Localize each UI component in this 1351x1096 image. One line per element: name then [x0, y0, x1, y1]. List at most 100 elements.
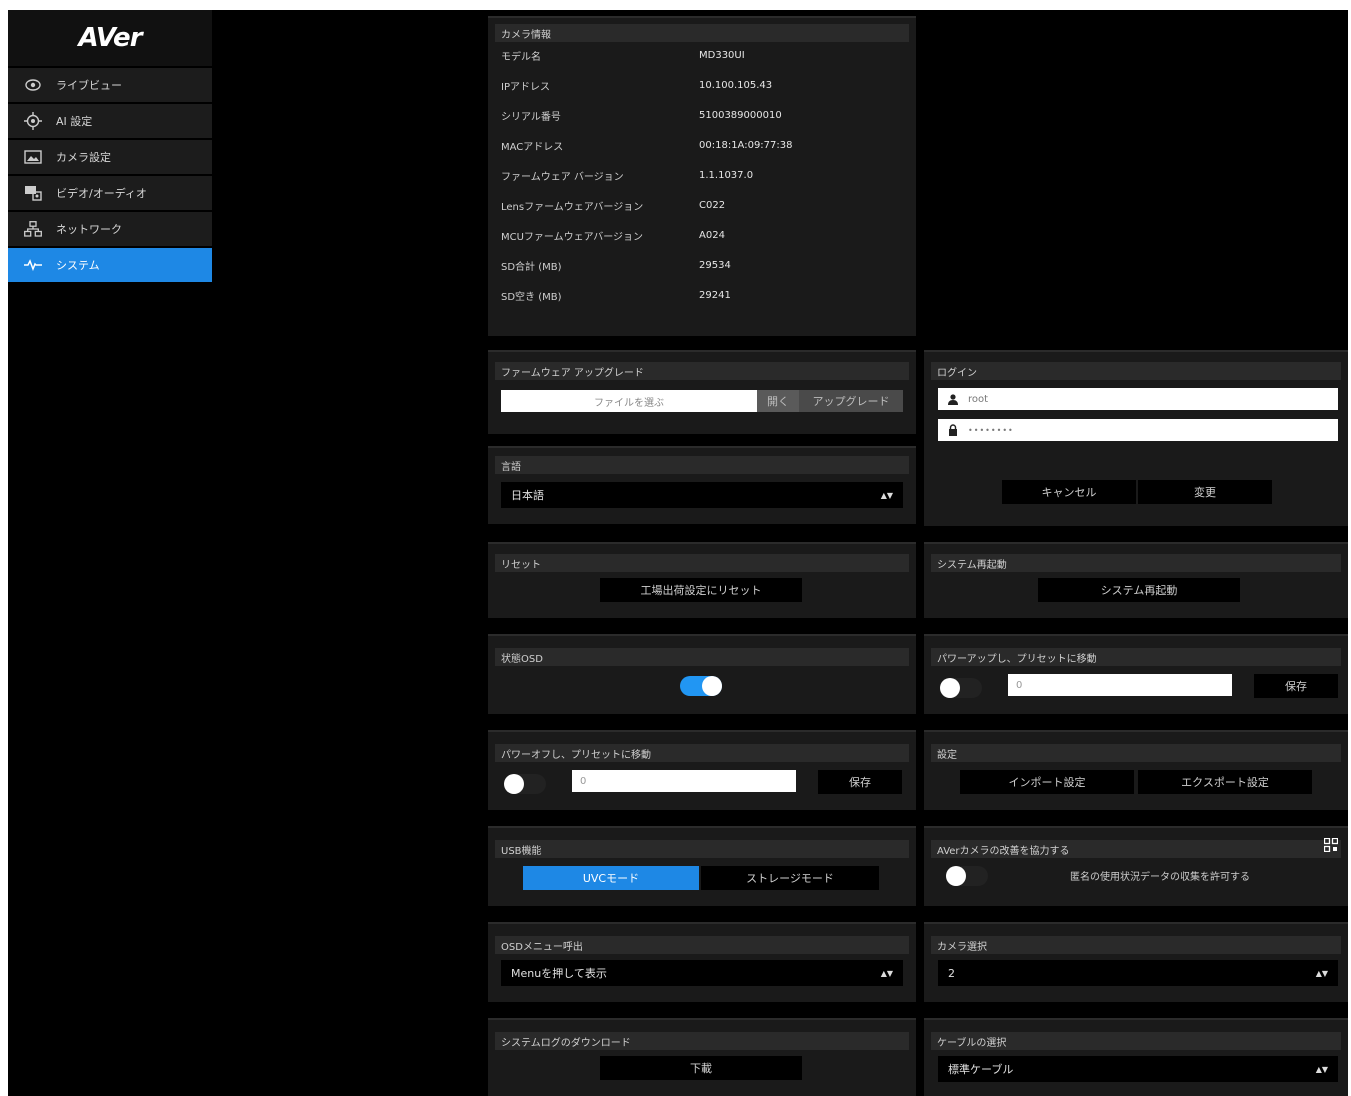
user-icon: [938, 393, 968, 405]
camera-info-panel: カメラ情報 モデル名 MD330UI IPアドレス 10.100.105.43 シリアル…: [488, 16, 916, 336]
info-value: C022: [699, 199, 726, 211]
info-value: 1.1.1037.0: [699, 169, 754, 181]
osd-menu-panel: OSDメニュー呼出 Menuを押して表示 ▲▼: [488, 922, 916, 1002]
info-label: IPアドレス: [501, 81, 550, 93]
username-field[interactable]: root: [938, 388, 1338, 410]
syslog-panel: システムログのダウンロード 下載: [488, 1018, 916, 1096]
select-caret-icon: ▲▼: [880, 968, 893, 978]
info-label: SD合計 (MB): [501, 261, 562, 273]
info-value: 10.100.105.43: [699, 79, 773, 91]
panel-title: システム再起動: [931, 554, 1341, 572]
info-row: SD合計 (MB) 29534: [488, 250, 916, 280]
power-off-preset-input[interactable]: 0: [572, 770, 796, 792]
upgrade-button[interactable]: アップグレード: [799, 390, 903, 412]
info-row: モデル名 MD330UI: [488, 40, 916, 70]
sidebar: AVer ライブビュー AI 設定 カメラ設定 ビデオ/オーディオ ネットワーク…: [8, 10, 212, 1096]
sidebar-item-label: カメラ設定: [56, 151, 111, 164]
password-field[interactable]: ••••••••: [938, 419, 1338, 441]
pulse-icon: [22, 259, 44, 271]
cable-select[interactable]: 標準ケーブル ▲▼: [938, 1056, 1338, 1082]
info-row: MCUファームウェアバージョン A024: [488, 220, 916, 250]
sidebar-item-ai-settings[interactable]: AI 設定: [8, 104, 212, 138]
panel-title: ケーブルの選択: [931, 1032, 1341, 1050]
info-label: MCUファームウェアバージョン: [501, 231, 644, 243]
panel-title: リセット: [495, 554, 909, 572]
language-select[interactable]: 日本語 ▲▼: [501, 482, 903, 508]
sidebar-item-label: ビデオ/オーディオ: [56, 187, 147, 200]
power-up-save-button[interactable]: 保存: [1254, 674, 1338, 698]
language-panel: 言語 日本語 ▲▼: [488, 446, 916, 524]
info-row: シリアル番号 5100389000010: [488, 100, 916, 130]
login-panel: ログイン root •••••••• キャンセル 変更: [924, 350, 1348, 526]
sidebar-item-system[interactable]: システム: [8, 248, 212, 282]
eye-icon: [22, 79, 44, 91]
improve-toggle[interactable]: [946, 866, 988, 886]
firmware-panel: ファームウェア アップグレード ファイルを選ぶ 開く アップグレード: [488, 350, 916, 434]
panel-title: OSDメニュー呼出: [495, 936, 909, 954]
power-up-preset-toggle[interactable]: [940, 678, 982, 698]
info-value: 29241: [699, 289, 731, 301]
panel-title: ログイン: [931, 362, 1341, 380]
panel-title: パワーアップし、プリセットに移動: [931, 648, 1341, 666]
panel-title: AVerカメラの改善を協力する: [931, 840, 1341, 858]
camera-select-panel: カメラ選択 2 ▲▼: [924, 922, 1348, 1002]
osd-menu-select[interactable]: Menuを押して表示 ▲▼: [501, 960, 903, 986]
panel-title: 状態OSD: [495, 648, 909, 666]
info-label: SD空き (MB): [501, 291, 562, 303]
info-value: MD330UI: [699, 49, 745, 61]
cable-panel: ケーブルの選択 標準ケーブル ▲▼: [924, 1018, 1348, 1096]
sidebar-item-label: ネットワーク: [56, 223, 122, 236]
sidebar-item-live-view[interactable]: ライブビュー: [8, 68, 212, 102]
camera-select[interactable]: 2 ▲▼: [938, 960, 1338, 986]
app-window: AVer ライブビュー AI 設定 カメラ設定 ビデオ/オーディオ ネットワーク…: [8, 10, 1348, 1096]
change-button[interactable]: 変更: [1138, 480, 1272, 504]
sidebar-item-label: システム: [56, 259, 100, 272]
status-osd-toggle[interactable]: [680, 676, 722, 696]
file-select-field[interactable]: ファイルを選ぶ: [501, 390, 757, 412]
select-caret-icon: ▲▼: [1315, 1064, 1328, 1074]
info-row: SD空き (MB) 29241: [488, 280, 916, 310]
improve-description: 匿名の使用状況データの収集を許可する: [1070, 872, 1250, 883]
info-row: ファームウェア バージョン 1.1.1037.0: [488, 160, 916, 190]
image-icon: [22, 150, 44, 164]
info-label: モデル名: [501, 51, 541, 63]
import-settings-button[interactable]: インポート設定: [960, 770, 1134, 794]
info-value: 00:18:1A:09:77:38: [699, 139, 793, 151]
cancel-button[interactable]: キャンセル: [1002, 480, 1136, 504]
info-label: Lensファームウェアバージョン: [501, 201, 644, 213]
video-audio-icon: [22, 185, 44, 201]
panel-title: 言語: [495, 456, 909, 474]
select-caret-icon: ▲▼: [1315, 968, 1328, 978]
improve-panel: AVerカメラの改善を協力する 匿名の使用状況データの収集を許可する: [924, 826, 1348, 906]
export-settings-button[interactable]: エクスポート設定: [1138, 770, 1312, 794]
crosshair-icon: [22, 112, 44, 130]
info-row: Lensファームウェアバージョン C022: [488, 190, 916, 220]
panel-title: ファームウェア アップグレード: [495, 362, 909, 380]
info-row: IPアドレス 10.100.105.43: [488, 70, 916, 100]
sidebar-item-video-audio[interactable]: ビデオ/オーディオ: [8, 176, 212, 210]
storage-mode-button[interactable]: ストレージモード: [701, 866, 879, 890]
power-up-preset-panel: パワーアップし、プリセットに移動 0 保存: [924, 634, 1348, 714]
power-up-preset-input[interactable]: 0: [1008, 674, 1232, 696]
factory-reset-button[interactable]: 工場出荷設定にリセット: [600, 578, 802, 602]
open-button[interactable]: 開く: [757, 390, 799, 412]
panel-title: システムログのダウンロード: [495, 1032, 909, 1050]
info-label: MACアドレス: [501, 141, 564, 153]
panel-title: USB機能: [495, 840, 909, 858]
select-caret-icon: ▲▼: [880, 490, 893, 500]
sidebar-item-network[interactable]: ネットワーク: [8, 212, 212, 246]
info-label: シリアル番号: [501, 111, 561, 123]
sidebar-item-camera-settings[interactable]: カメラ設定: [8, 140, 212, 174]
reset-panel: リセット 工場出荷設定にリセット: [488, 542, 916, 618]
panel-title: パワーオフし、プリセットに移動: [495, 744, 909, 762]
system-reboot-button[interactable]: システム再起動: [1038, 578, 1240, 602]
settings-panel: 設定 インポート設定 エクスポート設定: [924, 730, 1348, 810]
power-off-preset-toggle[interactable]: [504, 774, 546, 794]
uvc-mode-button[interactable]: UVCモード: [523, 866, 699, 890]
syslog-download-button[interactable]: 下載: [600, 1056, 802, 1080]
panel-title: カメラ選択: [931, 936, 1341, 954]
power-off-save-button[interactable]: 保存: [818, 770, 902, 794]
panel-title: 設定: [931, 744, 1341, 762]
qr-icon[interactable]: [1323, 837, 1339, 853]
sidebar-item-label: AI 設定: [56, 115, 93, 128]
